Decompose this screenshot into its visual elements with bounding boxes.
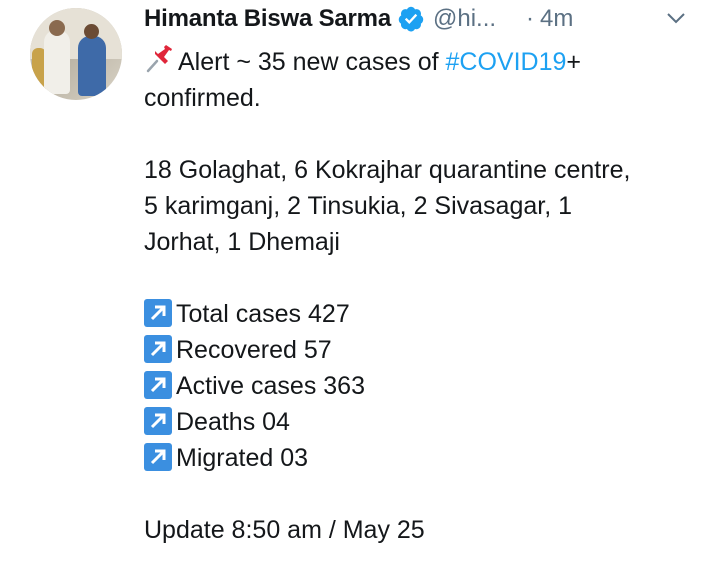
update-timestamp: Update 8:50 am / May 25	[144, 516, 425, 544]
stat-line: Migrated 03	[144, 440, 704, 476]
avatar-figure-head	[49, 20, 65, 36]
avatar-figure	[44, 30, 70, 94]
verified-badge-icon	[397, 5, 425, 33]
tweet-line: 18 Golaghat, 6 Kokrajhar quarantine cent…	[144, 156, 631, 184]
stat-text: Deaths 04	[176, 408, 290, 436]
avatar-figure-head	[84, 24, 99, 39]
tweet-body: Alert ~ 35 new cases of #COVID19+ confir…	[144, 44, 704, 548]
stat-text: Total cases 427	[176, 300, 350, 328]
tweet-header: Himanta Biswa Sarma @hi... · 4m	[144, 2, 573, 36]
stat-line: Deaths 04	[144, 404, 704, 440]
stat-text: Recovered 57	[176, 336, 332, 364]
arrow-up-right-icon	[144, 371, 172, 399]
hashtag-link[interactable]: #COVID19	[446, 48, 567, 76]
stat-text: Active cases 363	[176, 372, 365, 400]
tweet-line: 5 karimganj, 2 Tinsukia, 2 Sivasagar, 1	[144, 192, 573, 220]
stat-line: Recovered 57	[144, 332, 704, 368]
tweet-line: confirmed.	[144, 84, 261, 112]
pushpin-icon	[144, 44, 176, 74]
tweet-line: Alert ~ 35 new cases of #COVID19+	[144, 44, 704, 80]
stat-line: Total cases 427	[144, 296, 704, 332]
stat-line: Active cases 363	[144, 368, 704, 404]
avatar-figure	[78, 36, 106, 96]
arrow-up-right-icon	[144, 407, 172, 435]
author-handle[interactable]: @hi...	[433, 5, 496, 33]
arrow-up-right-icon	[144, 443, 172, 471]
separator-dot: ·	[526, 5, 535, 32]
stat-text: Migrated 03	[176, 444, 309, 472]
alert-text: Alert ~ 35 new cases of	[178, 48, 446, 76]
avatar[interactable]	[30, 8, 122, 100]
author-name[interactable]: Himanta Biswa Sarma	[144, 5, 391, 33]
arrow-up-right-icon	[144, 335, 172, 363]
arrow-up-right-icon	[144, 299, 172, 327]
chevron-down-icon[interactable]	[664, 6, 688, 30]
tweet-line: Jorhat, 1 Dhemaji	[144, 228, 340, 256]
tweet-timestamp[interactable]: 4m	[540, 5, 573, 33]
alert-suffix: +	[566, 48, 582, 76]
